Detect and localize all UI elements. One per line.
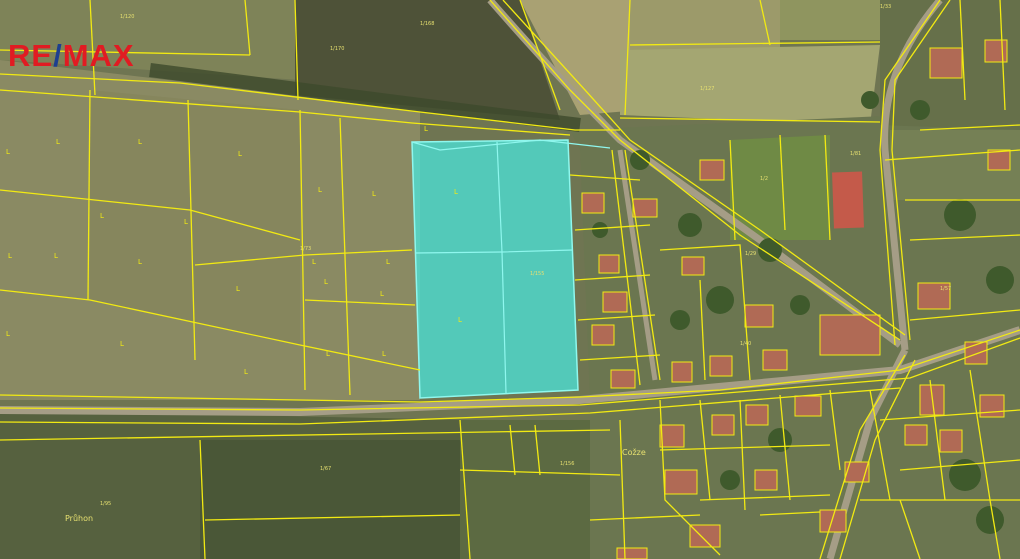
parcel-landuse-label: L [326, 350, 330, 358]
svg-text:1/73: 1/73 [300, 246, 311, 252]
parcel-landuse-label: L [120, 340, 124, 348]
svg-text:1/170: 1/170 [330, 46, 344, 52]
aerial-map-image: 1/120 1/168 1/170 1/33 1/127 1/2 1/81 1/29 1/4… [0, 0, 1020, 559]
cadastral-map[interactable]: 1/120 1/168 1/170 1/33 1/127 1/2 1/81 1/29 1/4… [0, 0, 1020, 559]
parcel-landuse-label: L [380, 290, 384, 298]
svg-text:1/168: 1/168 [420, 21, 434, 27]
parcel-landuse-label: L [244, 368, 248, 376]
svg-text:1/40: 1/40 [740, 341, 751, 347]
svg-text:1/29: 1/29 [745, 251, 756, 257]
parcel-landuse-label: L [318, 186, 322, 194]
parcel-landuse-label: L [6, 148, 10, 156]
logo-text-max: MAX [62, 38, 135, 73]
logo-slash: / [53, 38, 63, 73]
parcel-landuse-label: L [386, 258, 390, 266]
parcel-landuse-label: L [184, 218, 188, 226]
parcel-landuse-label: L [454, 188, 458, 196]
parcel-landuse-label: L [424, 125, 428, 133]
parcel-landuse-label: L [236, 285, 240, 293]
highlighted-parcel[interactable] [411, 139, 611, 399]
parcel-landuse-label: L [8, 252, 12, 260]
parcel-landuse-label: L [238, 150, 242, 158]
place-label-cozze: Cožze [622, 448, 646, 457]
parcel-landuse-label: L [138, 138, 142, 146]
svg-text:1/95: 1/95 [100, 501, 111, 507]
parcel-landuse-label: L [56, 138, 60, 146]
svg-text:1/127: 1/127 [700, 86, 714, 92]
parcel-landuse-label: L [138, 258, 142, 266]
parcel-landuse-label: L [312, 258, 316, 266]
svg-text:1/120: 1/120 [120, 14, 134, 20]
place-label-prihon: Průhon [65, 514, 94, 523]
parcel-landuse-label: L [54, 252, 58, 260]
parcel-landuse-label: L [100, 212, 104, 220]
svg-text:1/2: 1/2 [760, 176, 768, 182]
parcel-landuse-label: L [324, 278, 328, 286]
svg-text:1/57: 1/57 [940, 286, 951, 292]
svg-text:1/81: 1/81 [850, 151, 861, 157]
svg-text:1/33: 1/33 [880, 4, 891, 10]
remax-logo: RE/MAX [8, 40, 135, 71]
logo-text-re: RE [8, 38, 54, 73]
svg-text:1/67: 1/67 [320, 466, 331, 472]
parcel-landuse-label: L [6, 330, 10, 338]
parcel-landuse-label: L [372, 190, 376, 198]
svg-text:1/155: 1/155 [530, 271, 544, 277]
parcel-landuse-label: L [382, 350, 386, 358]
svg-text:1/156: 1/156 [560, 461, 574, 467]
parcel-landuse-label: L [458, 316, 462, 324]
